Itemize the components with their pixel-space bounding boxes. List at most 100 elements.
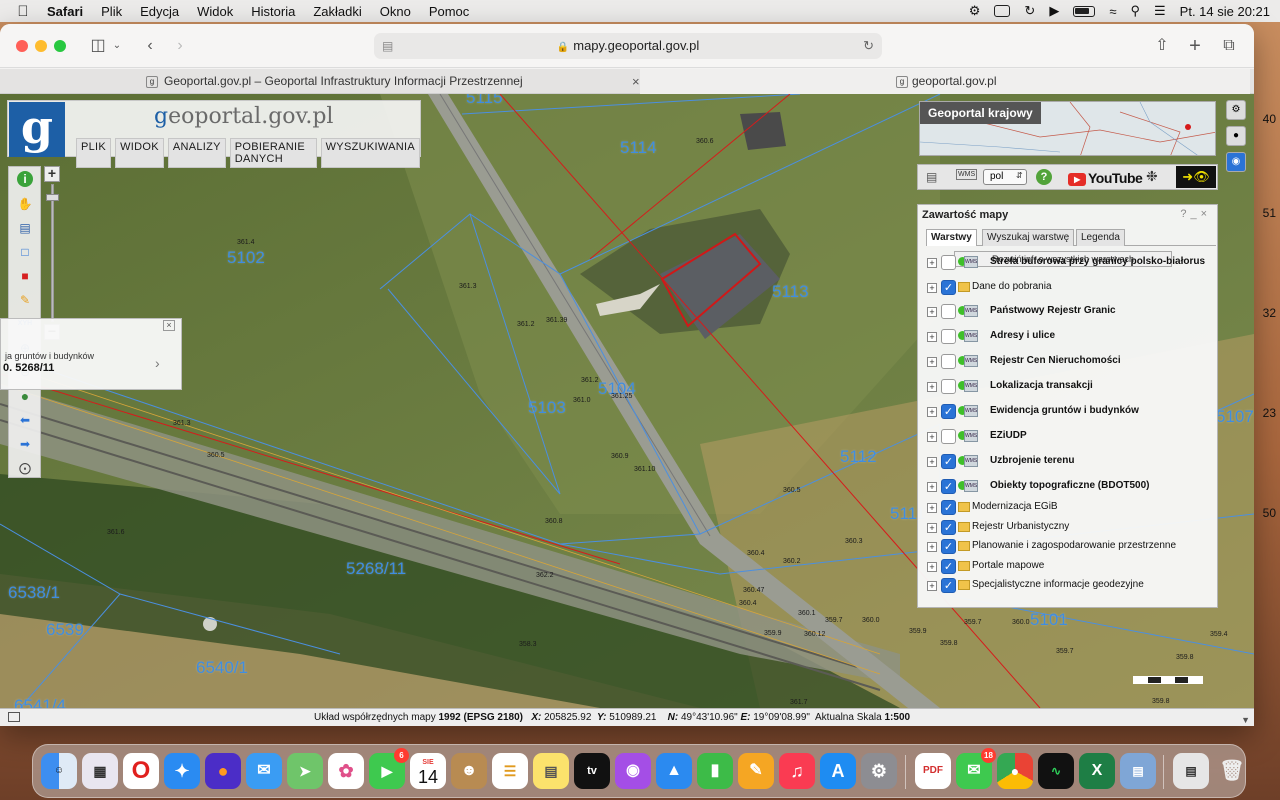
podcasts-icon[interactable]: ◉ <box>615 753 651 789</box>
zoom-track[interactable] <box>51 184 54 322</box>
expand-layer-icon[interactable]: + <box>927 357 937 367</box>
tab-legenda[interactable]: Legenda <box>1076 229 1125 246</box>
layer-checkbox[interactable] <box>941 304 956 319</box>
layer-checkbox[interactable] <box>941 354 956 369</box>
menu-widok-button[interactable]: WIDOK <box>115 138 164 168</box>
facetime-icon[interactable]: ▶ 6 <box>369 748 409 789</box>
expand-layer-icon[interactable]: + <box>927 258 937 268</box>
info-icon[interactable]: i <box>17 171 33 187</box>
previous-view-icon[interactable]: ⬅ <box>15 411 35 429</box>
layer-checkbox[interactable] <box>941 379 956 394</box>
launchpad-icon[interactable]: ▦ <box>82 753 118 789</box>
layer-checkbox[interactable]: ✓ <box>941 578 956 593</box>
accessibility-icon[interactable]: ❉ <box>1146 168 1158 185</box>
sidebar-toggle-icon[interactable]: ◫ <box>86 35 110 57</box>
menubar-clock[interactable]: Pt. 14 sie 20:21 <box>1180 4 1270 19</box>
trash-icon[interactable]: 🗑 <box>1214 753 1250 789</box>
music-icon[interactable]: ♫ <box>779 753 815 789</box>
safari-icon[interactable]: ✦ <box>164 753 200 789</box>
numbers-icon[interactable]: ▮ <box>697 753 733 789</box>
layer-checkbox[interactable]: ✓ <box>941 404 956 419</box>
tab-geoportal-main[interactable]: g Geoportal.gov.pl – Geoportal Infrastru… <box>146 69 626 94</box>
select-area-icon[interactable]: □ <box>15 243 35 261</box>
menu-analizy-button[interactable]: ANALIZY <box>167 138 226 168</box>
collapse-icon[interactable]: ▼ <box>1241 712 1250 726</box>
pages-icon[interactable]: ✎ <box>738 753 774 789</box>
layer-row[interactable]: + ✓ Dane do pobrania <box>927 280 1215 298</box>
pan-hand-icon[interactable]: ✋ <box>15 195 35 213</box>
display-icon[interactable] <box>994 5 1011 17</box>
expand-layer-icon[interactable]: + <box>927 382 937 392</box>
chevron-down-icon[interactable]: ⌄ <box>110 35 124 57</box>
close-window-button[interactable] <box>16 40 28 52</box>
expand-layer-icon[interactable]: + <box>927 407 937 417</box>
chevron-right-icon[interactable]: › <box>155 355 160 371</box>
layer-row[interactable]: + WMS Lokalizacja transakcji <box>927 379 1215 397</box>
close-popup-icon[interactable]: × <box>163 320 175 331</box>
expand-layer-icon[interactable]: + <box>927 562 937 572</box>
app-store-icon[interactable]: A <box>820 753 856 789</box>
minimize-window-button[interactable] <box>35 40 47 52</box>
play-icon[interactable]: ▶ <box>1049 3 1059 19</box>
layer-checkbox[interactable] <box>941 429 956 444</box>
recent-window-icon[interactable]: ▤ <box>1173 753 1209 789</box>
apple-menu-icon[interactable]:  <box>8 3 38 20</box>
zoom-slider[interactable]: + − <box>44 166 61 341</box>
layer-checkbox[interactable] <box>941 329 956 344</box>
layer-row[interactable]: + ✓ Modernizacja EGiB <box>927 500 1215 518</box>
page-menu-icon[interactable]: ▤ <box>382 33 393 59</box>
reload-icon[interactable]: ↻ <box>863 33 874 59</box>
expand-layer-icon[interactable]: + <box>927 503 937 513</box>
expand-layer-icon[interactable]: + <box>927 307 937 317</box>
expand-layer-icon[interactable]: + <box>927 457 937 467</box>
forward-button[interactable]: › <box>168 35 192 57</box>
tab-wyszukaj-warstwe[interactable]: Wyszukaj warstwę <box>982 229 1075 246</box>
preview-icon[interactable]: ▤ <box>1120 753 1156 789</box>
layer-row[interactable]: + ✓ Portale mapowe <box>927 559 1215 577</box>
expand-layer-icon[interactable]: + <box>927 332 937 342</box>
menu-wyszukiwania-button[interactable]: WYSZUKIWANIA <box>320 138 420 168</box>
resize-icon[interactable] <box>8 712 20 722</box>
layer-row[interactable]: + ✓ WMS Obiekty topograficzne (BDOT500) <box>927 479 1215 497</box>
youtube-link[interactable]: ▶ YouTube <box>1068 170 1143 186</box>
expand-layer-icon[interactable]: + <box>927 482 937 492</box>
expand-layer-icon[interactable]: + <box>927 283 937 293</box>
wifi-icon[interactable]: ≈ <box>1109 4 1116 19</box>
menu-historia[interactable]: Historia <box>242 4 304 19</box>
layer-checkbox[interactable]: ✓ <box>941 559 956 574</box>
wms-icon[interactable]: WMS <box>956 169 978 180</box>
layer-row[interactable]: + ✓ WMS Uzbrojenie terenu <box>927 454 1215 472</box>
menu-zakladki[interactable]: Zakładki <box>304 4 370 19</box>
battery-icon[interactable] <box>1073 5 1096 17</box>
menu-safari[interactable]: Safari <box>38 4 92 19</box>
reminders-icon[interactable]: ☰ <box>492 753 528 789</box>
finder-icon[interactable]: ☺ <box>41 753 77 789</box>
layer-row[interactable]: + WMS EZiUDP <box>927 429 1215 447</box>
layer-row[interactable]: + ✓ WMS Ewidencja gruntów i budynków <box>927 404 1215 422</box>
overview-map[interactable]: Geoportal krajowy <box>919 101 1216 156</box>
layer-row[interactable]: + WMS Rejestr Cen Nieruchomości <box>927 354 1215 372</box>
menu-plik-button[interactable]: PLIK <box>76 138 112 168</box>
close-tab-button[interactable]: × <box>632 69 640 94</box>
expand-layer-icon[interactable]: + <box>927 523 937 533</box>
expand-layer-icon[interactable]: + <box>927 542 937 552</box>
expand-layer-icon[interactable]: + <box>927 432 937 442</box>
activity-monitor-icon[interactable]: ∿ <box>1038 753 1074 789</box>
zoom-window-button[interactable] <box>54 40 66 52</box>
compass-icon[interactable]: ⨀ <box>15 459 35 477</box>
settings-icon[interactable]: ⚙ <box>1226 100 1246 120</box>
apple-tv-icon[interactable]: tv <box>574 753 610 789</box>
help-icon[interactable]: ? <box>1036 169 1052 185</box>
layer-checkbox[interactable]: ✓ <box>941 539 956 554</box>
keynote-icon[interactable]: ▲ <box>656 753 692 789</box>
menu-okno[interactable]: Okno <box>371 4 420 19</box>
notes-icon[interactable]: ▤ <box>533 753 569 789</box>
system-settings-icon[interactable]: ⚙ <box>861 753 897 789</box>
result-value[interactable]: 0. 5268/11 <box>3 362 54 374</box>
spotlight-icon[interactable]: ⚲ <box>1130 3 1140 19</box>
chrome-icon[interactable]: ● <box>997 753 1033 789</box>
tab-warstwy[interactable]: Warstwy <box>926 229 977 246</box>
document-icon[interactable]: ▤ <box>15 219 35 237</box>
high-contrast-eye-icon[interactable]: ➜👁 <box>1176 166 1216 188</box>
layer-row[interactable]: + ✓ Rejestr Urbanistyczny <box>927 520 1215 538</box>
